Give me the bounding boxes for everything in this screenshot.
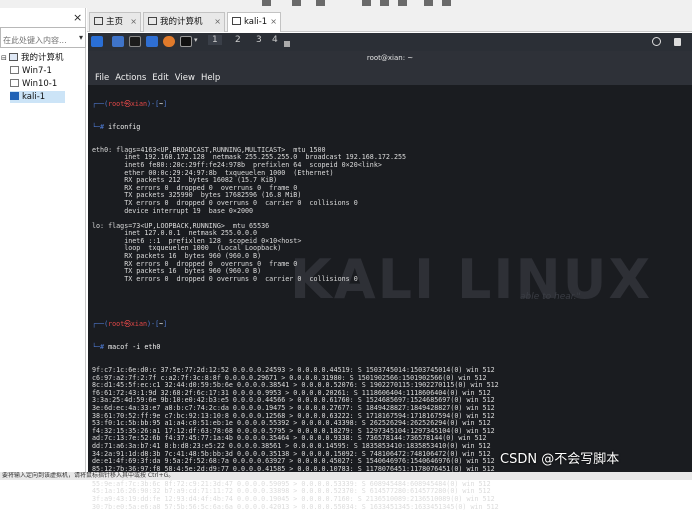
prompt-line: ┌──(root㉿xian)-[~]	[92, 320, 168, 329]
toolbar-button[interactable]	[442, 0, 451, 6]
tab-home[interactable]: 主页 ×	[89, 12, 141, 32]
macof-output: 9f:c7:1c:6e:d0:c 37:5e:77:2d:12:52 0.0.0…	[92, 366, 688, 511]
terminal-icon[interactable]	[180, 36, 192, 47]
close-tab-icon[interactable]: ×	[214, 13, 221, 31]
output-line: 3f:a9:43:19:dd:fe 12:93:d4:4f:4b:74 0.0.…	[92, 495, 495, 504]
terminal-title: root@xian: ~	[366, 54, 414, 62]
toolbar-button[interactable]	[292, 0, 301, 6]
toolbar-button[interactable]	[424, 0, 433, 6]
kali-menu-icon[interactable]	[91, 36, 103, 47]
close-library-button[interactable]: ×	[73, 11, 82, 24]
firefox-icon[interactable]	[163, 36, 175, 47]
status-bar: 要将输入定向到该虚拟机，请将鼠标指针移入其中或按 Ctrl+G。	[0, 472, 692, 480]
tab-label: 我的计算机	[160, 17, 203, 27]
command-ifconfig: ifconfig	[108, 122, 141, 131]
library-panel: × ▾ ⊟ 我的计算机 Win7-1 Win10-1 kali-1	[0, 8, 86, 480]
kali-top-panel: ▾ 1 2 3 4	[88, 33, 692, 51]
tab-strip: 主页 × 我的计算机 × kali-1 ×	[87, 8, 692, 32]
tree-item-win7-1[interactable]: Win7-1	[10, 65, 52, 77]
library-search-input[interactable]	[1, 31, 73, 50]
tree-item-label: kali-1	[22, 92, 46, 102]
command-line: └─# ifconfig	[92, 122, 141, 131]
chevron-down-icon[interactable]: ▾	[79, 33, 83, 42]
output-line: 55:9e:af:7c:3b:6c 8f:72:c9:21:3d:47 0.0.…	[92, 479, 491, 488]
output-line: 30:7b:e0:5a:e6:a8 57:5b:56:5c:6a:6a 0.0.…	[92, 502, 499, 511]
ifconfig-output: eth0: flags=4163<UP,BROADCAST,RUNNING,MU…	[92, 146, 688, 284]
library-search[interactable]: ▾	[0, 27, 86, 50]
tree-item-label: 我的计算机	[21, 53, 64, 63]
workspace-4[interactable]: 4	[272, 35, 278, 45]
toolbar-button[interactable]	[362, 0, 371, 6]
command-line: └─# macof -i eth0	[92, 343, 161, 352]
vm-icon	[10, 79, 19, 87]
host-toolbar	[0, 0, 692, 8]
vm-icon	[232, 17, 241, 25]
file-manager-icon[interactable]	[146, 36, 158, 47]
tab-my-computer[interactable]: 我的计算机 ×	[143, 12, 225, 32]
output-line: 45:1a:16:26:90:32 b7:a9:cd:71:11:72 0.0.…	[92, 487, 491, 496]
chevron-down-icon[interactable]: ▾	[194, 36, 198, 44]
tab-label: 主页	[106, 17, 124, 27]
output-line: TX errors 0 dropped 0 overruns 0 carrier…	[92, 274, 358, 283]
terminal-menubar: File Actions Edit View Help	[88, 65, 692, 85]
terminal-icon[interactable]	[129, 36, 141, 47]
toolbar-button[interactable]	[262, 0, 271, 6]
computer-icon	[148, 17, 157, 25]
tab-label: kali-1	[244, 17, 268, 27]
show-desktop-icon[interactable]	[112, 36, 124, 47]
tree-item-label: Win7-1	[22, 66, 52, 76]
terminal-titlebar: root@xian: ~	[88, 51, 692, 65]
collapse-icon[interactable]: ⊟	[1, 52, 9, 64]
tree-item-win10-1[interactable]: Win10-1	[10, 78, 57, 90]
window-icon	[284, 41, 290, 47]
close-tab-icon[interactable]: ×	[130, 13, 137, 31]
tab-kali-1[interactable]: kali-1 ×	[227, 12, 281, 32]
toolbar-button[interactable]	[398, 0, 407, 6]
command-macof: macof -i eth0	[108, 343, 161, 352]
workspace-1[interactable]: 1	[208, 35, 222, 45]
vm-running-icon	[10, 92, 19, 100]
tree-item-kali-1[interactable]: kali-1	[10, 91, 66, 103]
close-tab-icon[interactable]: ×	[270, 13, 277, 31]
prompt-line: ┌──(root㉿xian)-[~]	[92, 100, 168, 109]
computer-icon	[9, 53, 18, 61]
tree-item-label: Win10-1	[22, 79, 58, 89]
lock-icon[interactable]	[674, 38, 681, 46]
output-line: device interrupt 19 base 0×2000	[92, 206, 254, 215]
power-icon[interactable]	[652, 37, 661, 46]
toolbar-button[interactable]	[316, 0, 325, 6]
home-icon	[94, 17, 103, 25]
vm-icon	[10, 66, 19, 74]
toolbar-button[interactable]	[380, 0, 389, 6]
workspace-3[interactable]: 3	[256, 35, 262, 45]
csdn-credit: CSDN @不会写脚本	[500, 452, 620, 467]
tree-item-my-computer[interactable]: ⊟ 我的计算机	[1, 52, 64, 64]
workspace-2[interactable]: 2	[235, 35, 241, 45]
